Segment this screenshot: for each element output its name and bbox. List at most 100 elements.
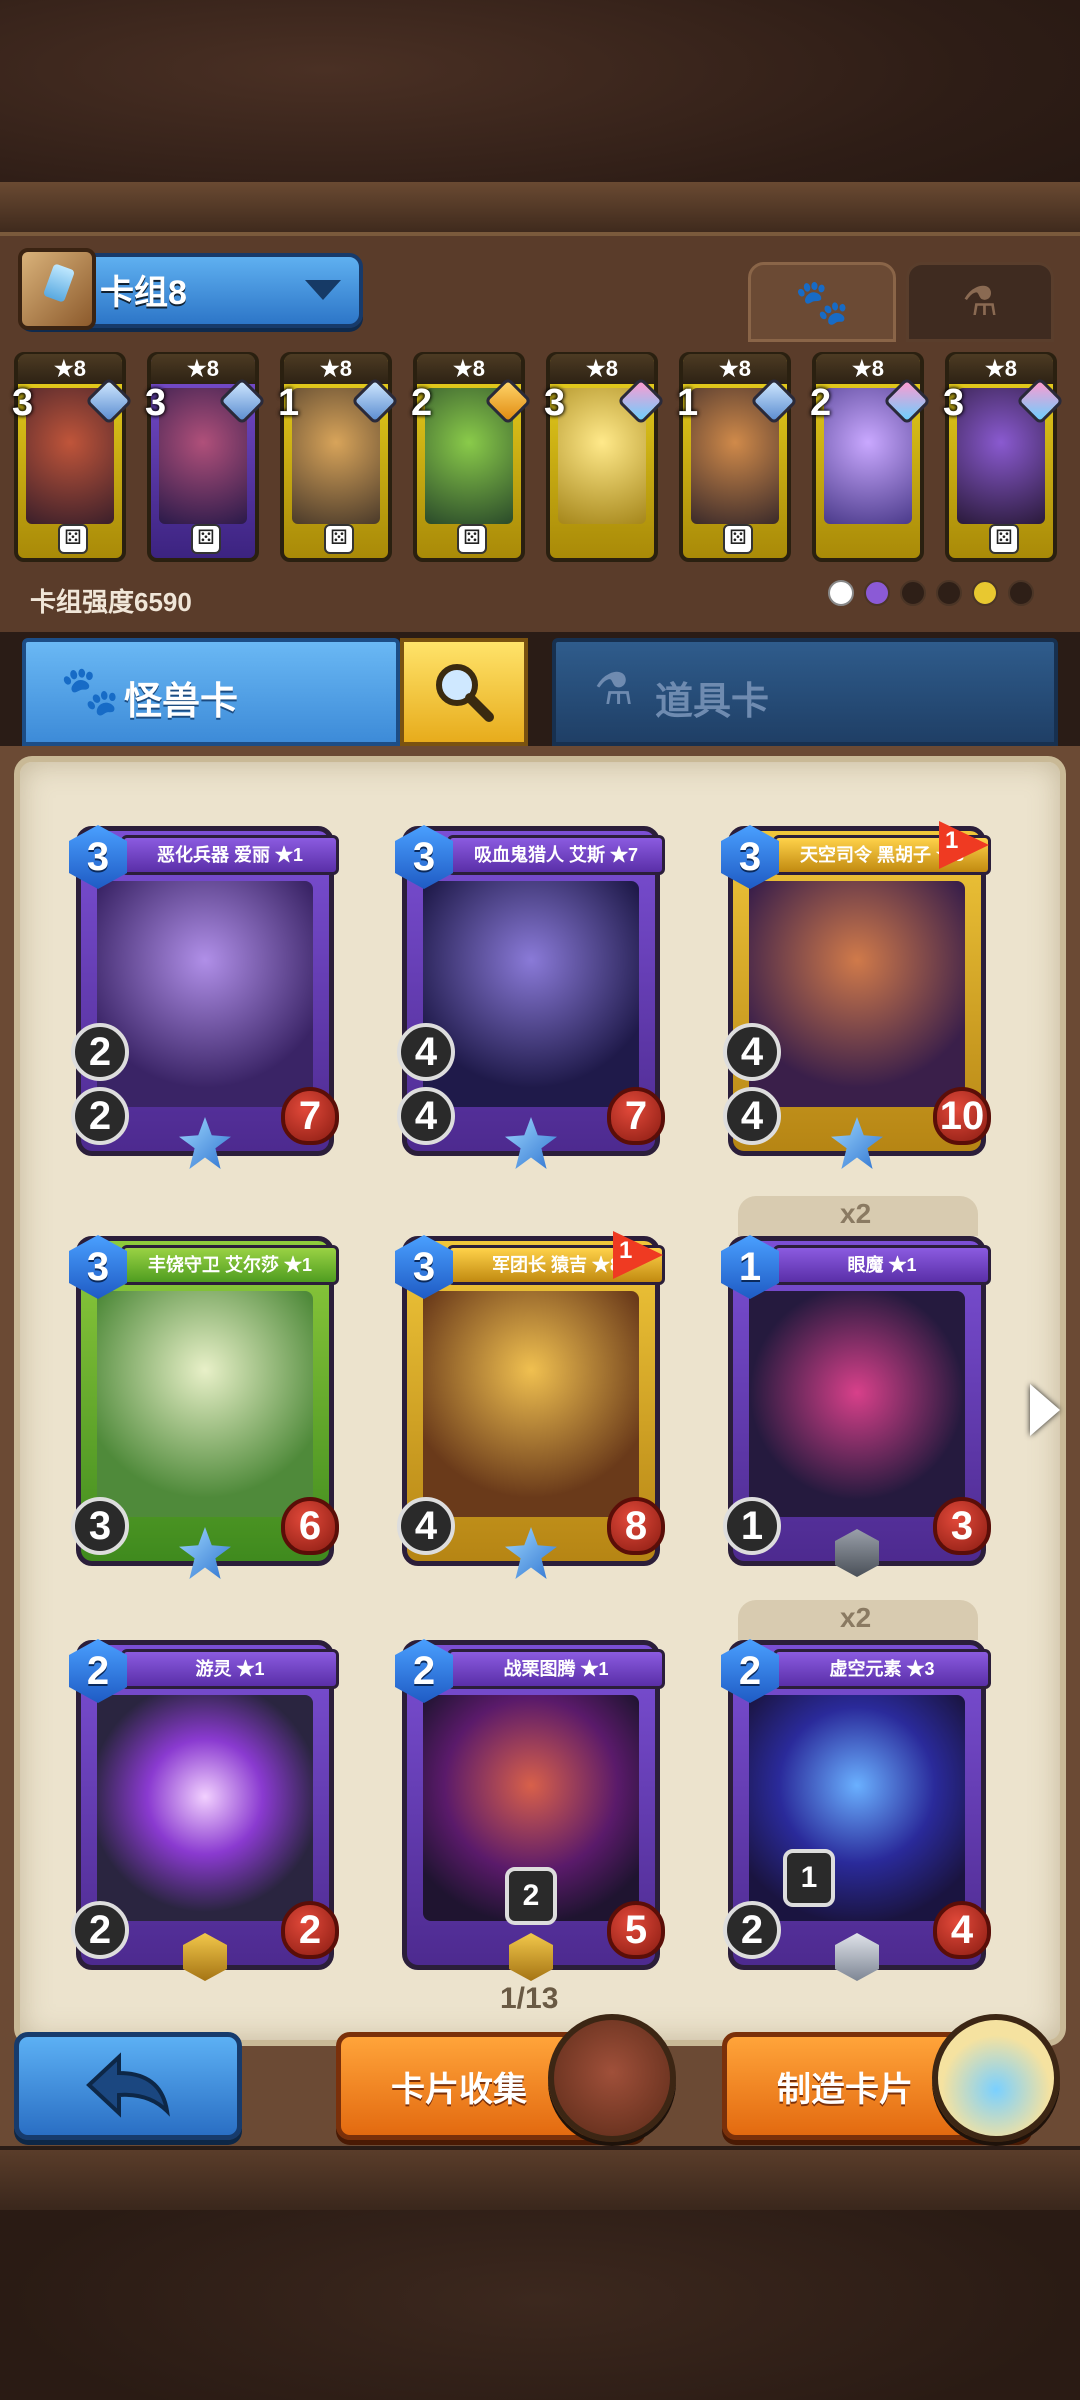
paw-icon: 🐾 — [794, 278, 850, 327]
card-cost: 2 — [395, 1639, 453, 1703]
card-cost: 1 — [721, 1235, 779, 1299]
potion-icon: ⚗ — [594, 665, 634, 714]
back-arrow-icon — [86, 2052, 170, 2118]
card-attack: 4 — [397, 1087, 455, 1145]
tab-item-label: 道具卡 — [655, 681, 770, 723]
back-button[interactable] — [14, 2032, 242, 2140]
card-dice-stat: 4 — [397, 1023, 455, 1081]
deck-card-cost: 2 — [810, 382, 832, 424]
card-attack: 4 — [723, 1087, 781, 1145]
card-attack: 2 — [71, 1901, 129, 1959]
card-cost: 3 — [395, 1235, 453, 1299]
wood-background-top — [0, 0, 1080, 232]
deck-card[interactable]: ★8 3 ⚄ — [145, 352, 267, 562]
card-attack: 1 — [723, 1497, 781, 1555]
card-attack: 3 — [71, 1497, 129, 1555]
deck-card-cost: 3 — [145, 382, 167, 424]
dice-icon: ⚄ — [58, 524, 88, 554]
tab-item-potion[interactable]: ⚗ — [906, 262, 1054, 342]
deck-card-cost: 2 — [411, 382, 433, 424]
next-page-arrow[interactable] — [1030, 1384, 1060, 1436]
card-cost: 2 — [721, 1639, 779, 1703]
deck-card[interactable]: ★8 1 ⚄ — [677, 352, 799, 562]
paw-icon: 🐾 — [60, 665, 120, 718]
card-health: 4 — [933, 1901, 991, 1959]
collection-card[interactable]: 恶化兵器 爱丽 ★1 3 2 2 7 — [69, 825, 339, 1169]
card-center-stat: 2 — [505, 1867, 557, 1925]
card-attack: 2 — [71, 1087, 129, 1145]
deck-card[interactable]: ★8 1 ⚄ — [278, 352, 400, 562]
card-name: 虚空元素 ★3 — [773, 1649, 991, 1689]
page-indicator: 1/13 — [500, 1982, 559, 2015]
fire-icon[interactable] — [1008, 580, 1034, 606]
collection-card[interactable]: 吸血鬼猎人 艾斯 ★7 3 4 4 7 — [395, 825, 665, 1169]
card-art — [97, 881, 313, 1107]
deck-power: 卡组强度6590 — [30, 587, 192, 617]
deck-card[interactable]: ★8 3 ⚄ — [12, 352, 134, 562]
card-copies: x2 — [840, 1198, 872, 1229]
card-cost: 3 — [395, 825, 453, 889]
card-center-stat: 1 — [783, 1849, 835, 1907]
card-name: 吸血鬼猎人 艾斯 ★7 — [447, 835, 665, 875]
search-button[interactable] — [400, 638, 528, 746]
circle-icon[interactable] — [828, 580, 854, 606]
wood-background-bottom — [0, 2150, 1080, 2400]
deck-book-icon — [18, 248, 96, 330]
collection-card[interactable]: 天空司令 黑胡子 ★8 3 1 4 4 10 — [721, 821, 991, 1169]
dice-icon: ⚄ — [324, 524, 354, 554]
card-cost: 3 — [69, 825, 127, 889]
card-name: 丰饶守卫 艾尔莎 ★1 — [121, 1245, 339, 1285]
card-attack: 2 — [723, 1901, 781, 1959]
gold-icon[interactable] — [972, 580, 998, 606]
tab-monster-label: 怪兽卡 — [124, 681, 239, 723]
collection-card[interactable]: 虚空元素 ★3 2 1 2 4 — [721, 1639, 991, 1981]
collection-card[interactable]: 丰饶守卫 艾尔莎 ★1 3 3 6 — [69, 1235, 339, 1579]
collection-card[interactable]: 军团长 猿吉 ★8 3 1 4 8 — [395, 1231, 665, 1579]
card-cost: 3 — [69, 1235, 127, 1299]
card-art — [749, 881, 965, 1107]
card-art — [749, 1291, 965, 1517]
card-art — [423, 881, 639, 1107]
claw-icon[interactable] — [936, 580, 962, 606]
chevron-down-icon[interactable] — [305, 280, 341, 300]
deck-card[interactable]: ★8 3 — [544, 352, 666, 562]
deck-card[interactable]: ★8 2 ⚄ — [411, 352, 533, 562]
card-health: 8 — [607, 1497, 665, 1555]
card-art — [97, 1291, 313, 1517]
deck-card-cost: 3 — [544, 382, 566, 424]
card-name: 眼魔 ★1 — [773, 1245, 991, 1285]
collection-card[interactable]: 战栗图腾 ★1 2 2 5 — [395, 1639, 665, 1981]
card-art — [97, 1695, 313, 1921]
paw-jar-icon — [932, 2014, 1060, 2142]
deck-card[interactable]: ★8 3 ⚄ — [943, 352, 1065, 562]
void-icon[interactable] — [864, 580, 890, 606]
deck-card-cost: 3 — [943, 382, 965, 424]
card-copies: x2 — [840, 1602, 872, 1633]
card-health: 10 — [933, 1087, 991, 1145]
card-health: 6 — [281, 1497, 339, 1555]
card-cost: 2 — [69, 1639, 127, 1703]
card-health: 2 — [281, 1901, 339, 1959]
deck-card-cost: 1 — [278, 382, 300, 424]
deck-card[interactable]: ★8 2 — [810, 352, 932, 562]
collection-card[interactable]: 眼魔 ★1 1 1 3 — [721, 1235, 991, 1577]
card-name: 恶化兵器 爱丽 ★1 — [121, 835, 339, 875]
card-album-icon — [548, 2014, 676, 2142]
dice-icon: ⚄ — [989, 524, 1019, 554]
card-art — [423, 1291, 639, 1517]
deck-name: 卡组8 — [100, 274, 187, 312]
card-name: 战栗图腾 ★1 — [447, 1649, 665, 1689]
collection-card[interactable]: 游灵 ★1 2 2 2 — [69, 1639, 339, 1981]
card-health: 3 — [933, 1497, 991, 1555]
card-attack: 4 — [397, 1497, 455, 1555]
dice-icon: ⚄ — [723, 524, 753, 554]
tab-monster-paw[interactable]: 🐾 — [748, 262, 896, 342]
dice-icon: ⚄ — [457, 524, 487, 554]
beast-icon[interactable] — [900, 580, 926, 606]
card-name: 游灵 ★1 — [121, 1649, 339, 1689]
card-health: 5 — [607, 1901, 665, 1959]
craft-card-label: 制造卡片 — [777, 2070, 913, 2109]
card-cost: 3 — [721, 825, 779, 889]
card-dice-stat: 4 — [723, 1023, 781, 1081]
filter-icons — [828, 580, 1034, 606]
